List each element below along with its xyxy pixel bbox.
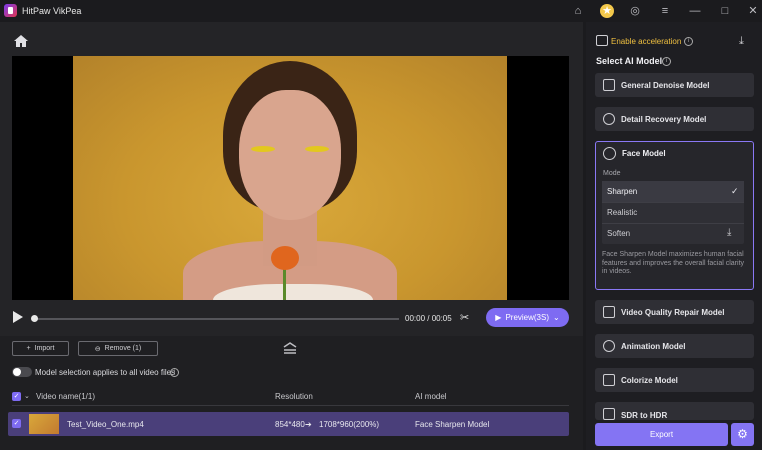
apply-all-label: Model selection applies to all video fil…	[35, 368, 176, 377]
info-icon[interactable]: i	[684, 37, 693, 46]
row-video-name: Test_Video_One.mp4	[67, 420, 144, 429]
gear-icon[interactable]: ⚙	[731, 423, 754, 446]
plus-icon: +	[26, 345, 31, 352]
maximize-icon[interactable]: □	[718, 4, 732, 18]
play-button[interactable]	[13, 311, 23, 323]
model-general-denoise[interactable]: General Denoise Model	[595, 73, 754, 97]
model-detail-recovery[interactable]: Detail Recovery Model	[595, 107, 754, 131]
repair-icon	[603, 306, 615, 318]
select-all-checkbox[interactable]: ✓	[12, 392, 21, 401]
close-icon[interactable]: ✕	[746, 4, 760, 18]
info-icon[interactable]: i	[662, 57, 671, 66]
info-icon[interactable]: i	[170, 368, 179, 377]
model-label: SDR to HDR	[621, 411, 668, 420]
premium-icon[interactable]: ★	[600, 4, 614, 18]
header-video-name: Video name(1/1)	[36, 392, 95, 401]
header-ai-model: AI model	[415, 392, 447, 401]
video-thumbnail	[29, 414, 59, 434]
mode-option-soften[interactable]: Soften	[602, 223, 744, 244]
denoise-icon	[603, 79, 615, 91]
minus-circle-icon: ⊖	[94, 345, 101, 353]
select-model-label: Select AI Model	[596, 56, 663, 66]
arrow-right-icon: ➔	[305, 420, 312, 429]
model-label: Colorize Model	[621, 375, 678, 385]
scissors-icon[interactable]: ✂	[460, 311, 472, 324]
hdr-icon	[603, 408, 615, 420]
row-checkbox[interactable]: ✓	[12, 419, 21, 428]
download-icon[interactable]: ⤓	[739, 35, 744, 48]
timeline-progress[interactable]	[33, 318, 399, 320]
detail-icon	[603, 113, 615, 125]
import-label: Import	[34, 345, 55, 352]
model-sdr-to-hdr[interactable]: SDR to HDR	[595, 402, 754, 420]
chevron-down-icon[interactable]: ⌄	[24, 392, 30, 400]
face-model-description: Face Sharpen Model maximizes human facia…	[602, 251, 745, 275]
app-title: HitPaw VikPea	[22, 6, 82, 16]
collapse-panel-icon[interactable]	[283, 342, 297, 354]
import-button[interactable]: + Import	[12, 341, 69, 356]
model-label: General Denoise Model	[621, 80, 710, 90]
preview-label: Preview(3S)	[505, 313, 550, 322]
model-label: Animation Model	[621, 341, 686, 351]
check-icon: ✓	[731, 186, 739, 196]
account-icon[interactable]: ◎	[628, 4, 642, 18]
download-icon[interactable]: ⤓	[727, 227, 731, 238]
menu-icon[interactable]: ≡	[658, 4, 672, 18]
time-readout: 00:00 / 00:05	[405, 314, 452, 323]
face-model-label: Face Model	[622, 149, 666, 158]
app-logo	[4, 4, 17, 17]
mode-label: Mode	[603, 170, 621, 177]
mode-option-realistic[interactable]: Realistic	[602, 202, 744, 223]
mode-option-sharpen[interactable]: Sharpen	[602, 181, 744, 202]
model-animation[interactable]: Animation Model	[595, 334, 754, 358]
colorize-icon	[603, 374, 615, 386]
model-colorize[interactable]: Colorize Model	[595, 368, 754, 392]
animation-icon	[603, 340, 615, 352]
acceleration-icon	[596, 35, 608, 46]
face-icon	[603, 147, 616, 160]
accel-label[interactable]: Enable acceleration	[611, 37, 681, 46]
header-resolution: Resolution	[275, 392, 313, 401]
row-ai-model: Face Sharpen Model	[415, 420, 490, 429]
model-label: Detail Recovery Model	[621, 114, 707, 124]
timeline-knob[interactable]	[31, 315, 38, 322]
video-frame	[73, 56, 507, 300]
model-label: Video Quality Repair Model	[621, 307, 725, 317]
divider	[12, 405, 569, 406]
camera-icon: ▶	[495, 313, 502, 322]
chevron-down-icon: ⌄	[553, 313, 560, 322]
model-video-quality-repair[interactable]: Video Quality Repair Model	[595, 300, 754, 324]
row-resolution-from: 854*480	[275, 420, 305, 429]
preview-button[interactable]: ▶ Preview(3S) ⌄	[486, 308, 569, 327]
title-bar	[0, 0, 762, 22]
remove-button[interactable]: ⊖ Remove (1)	[78, 341, 158, 356]
home-icon[interactable]	[13, 34, 29, 48]
gamepad-icon[interactable]: ⌂	[571, 4, 585, 18]
minimize-icon[interactable]: —	[688, 4, 702, 18]
export-button[interactable]: Export	[595, 423, 728, 446]
remove-label: Remove (1)	[104, 345, 142, 352]
apply-all-toggle[interactable]	[12, 367, 32, 377]
row-resolution-to: 1708*960(200%)	[319, 420, 380, 429]
